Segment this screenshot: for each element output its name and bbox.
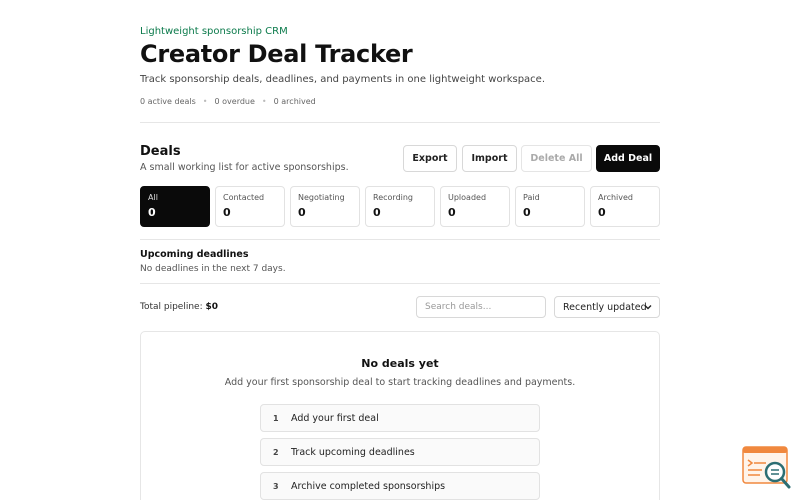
total-pipeline: Total pipeline: $0 — [140, 302, 218, 312]
stat-active-deals: 0 active deals — [140, 97, 196, 106]
tab-count: 0 — [298, 206, 306, 219]
step-text: Add your first deal — [291, 412, 379, 424]
tab-label: Uploaded — [448, 193, 487, 202]
tab-label: Contacted — [223, 193, 265, 202]
onboarding-step: 3 Archive completed sponsorships — [260, 472, 540, 500]
divider — [140, 283, 660, 284]
stat-overdue: 0 overdue — [214, 97, 255, 106]
tab-archived[interactable]: Archived 0 — [590, 186, 660, 227]
tab-count: 0 — [448, 206, 456, 219]
tab-count: 0 — [523, 206, 531, 219]
tab-label: Archived — [598, 193, 634, 202]
chevron-down-icon — [644, 305, 652, 310]
onboarding-step: 2 Track upcoming deadlines — [260, 438, 540, 466]
step-number: 2 — [273, 447, 279, 457]
separator-dot: • — [202, 97, 208, 106]
page-subtitle: Track sponsorship deals, deadlines, and … — [140, 74, 545, 85]
tab-count: 0 — [373, 206, 381, 219]
tab-all[interactable]: All 0 — [140, 186, 210, 227]
upcoming-deadlines-heading: Upcoming deadlines — [140, 249, 249, 260]
tab-negotiating[interactable]: Negotiating 0 — [290, 186, 360, 227]
empty-state-heading: No deals yet — [361, 357, 439, 370]
status-tabs: All 0 Contacted 0 Negotiating 0 Recordin… — [140, 186, 660, 227]
empty-state-message: Add your first sponsorship deal to start… — [224, 377, 576, 388]
divider — [140, 122, 660, 123]
sort-select[interactable]: Recently updated — [554, 296, 660, 318]
export-button[interactable]: Export — [403, 145, 457, 172]
add-deal-button[interactable]: Add Deal — [596, 145, 660, 172]
tab-uploaded[interactable]: Uploaded 0 — [440, 186, 510, 227]
sort-value: Recently updated — [563, 301, 647, 313]
tab-label: Recording — [373, 193, 414, 202]
stats-row: 0 active deals • 0 overdue • 0 archived — [140, 97, 316, 106]
pipeline-value: $0 — [205, 302, 219, 312]
stat-archived: 0 archived — [273, 97, 316, 106]
tab-label: All — [148, 193, 158, 202]
tab-count: 0 — [598, 206, 606, 219]
import-button[interactable]: Import — [462, 145, 517, 172]
tab-label: Paid — [523, 193, 540, 202]
deals-subheading: A small working list for active sponsors… — [140, 162, 349, 173]
tab-label: Negotiating — [298, 193, 345, 202]
tab-paid[interactable]: Paid 0 — [515, 186, 585, 227]
app-logo-icon — [742, 446, 791, 489]
pipeline-label: Total pipeline: — [140, 302, 203, 312]
eyebrow-text: Lightweight sponsorship CRM — [140, 26, 288, 37]
tab-count: 0 — [223, 206, 231, 219]
step-text: Archive completed sponsorships — [291, 480, 446, 492]
step-number: 3 — [273, 481, 279, 491]
onboarding-step: 1 Add your first deal — [260, 404, 540, 432]
page-title: Creator Deal Tracker — [140, 40, 413, 68]
step-number: 1 — [273, 413, 279, 423]
divider — [140, 239, 660, 240]
deals-heading: Deals — [140, 144, 181, 159]
tab-recording[interactable]: Recording 0 — [365, 186, 435, 227]
step-text: Track upcoming deadlines — [291, 446, 415, 458]
upcoming-deadlines-message: No deadlines in the next 7 days. — [140, 264, 286, 274]
tab-count: 0 — [148, 206, 156, 219]
separator-dot: • — [261, 97, 267, 106]
search-input[interactable] — [416, 296, 546, 318]
delete-all-button[interactable]: Delete All — [521, 145, 592, 172]
tab-contacted[interactable]: Contacted 0 — [215, 186, 285, 227]
